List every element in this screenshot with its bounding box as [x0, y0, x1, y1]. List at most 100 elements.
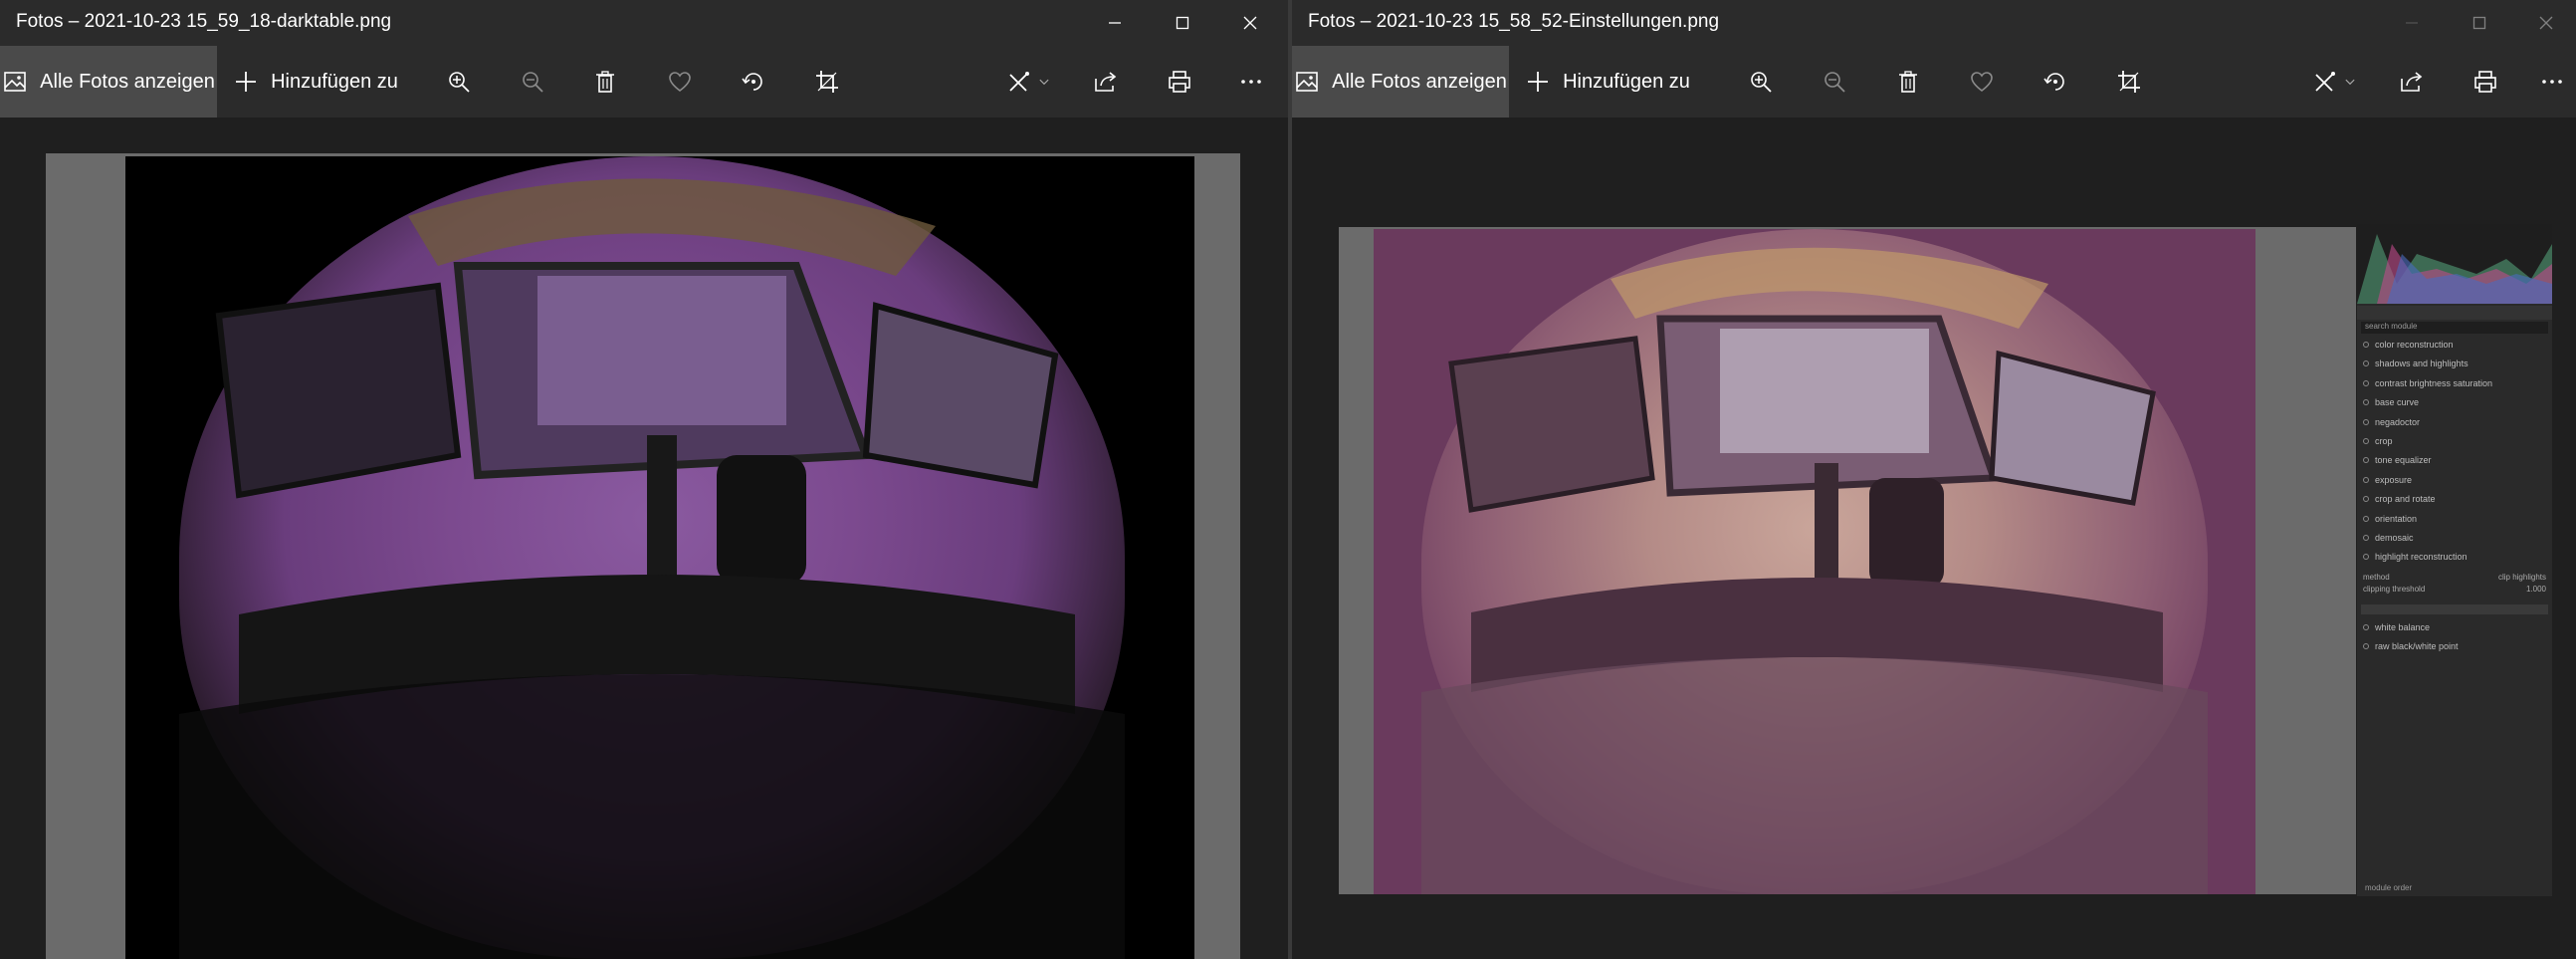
- clipping-threshold-row[interactable]: clipping threshold 1.000: [2363, 585, 2546, 594]
- show-all-photos-button[interactable]: Alle Fotos anzeigen: [0, 46, 217, 118]
- module-label: demosaic: [2375, 533, 2414, 543]
- power-icon[interactable]: [2363, 438, 2369, 444]
- module-group-tabs[interactable]: [2357, 306, 2552, 320]
- zoom-out-button[interactable]: [508, 46, 557, 118]
- heart-icon: [669, 72, 691, 93]
- share-button[interactable]: [1081, 46, 1131, 118]
- share-button[interactable]: [2387, 46, 2437, 118]
- power-icon[interactable]: [2363, 496, 2369, 503]
- edit-tools-icon: [1009, 72, 1029, 92]
- printer-icon: [2474, 71, 2496, 93]
- module-row[interactable]: crop and rotate: [2363, 490, 2546, 508]
- module-row[interactable]: demosaic: [2363, 529, 2546, 547]
- edit-tools-icon: [2315, 72, 2335, 92]
- close-button[interactable]: [1220, 0, 1280, 46]
- module-label: contrast brightness saturation: [2375, 377, 2493, 388]
- favorite-button[interactable]: [1957, 46, 2007, 118]
- desk-scene-illustration: [179, 178, 1125, 959]
- search-module-input[interactable]: search module: [2361, 322, 2548, 334]
- power-icon[interactable]: [2363, 643, 2369, 650]
- delete-button[interactable]: [1883, 46, 1933, 118]
- maximize-icon: [1176, 16, 1189, 30]
- window-title: Fotos – 2021-10-23 15_59_18-darktable.pn…: [16, 11, 392, 32]
- maximize-button[interactable]: [1153, 0, 1212, 46]
- add-to-button[interactable]: Hinzufügen zu: [1523, 46, 1692, 118]
- module-row[interactable]: orientation: [2363, 510, 2546, 528]
- print-button[interactable]: [1155, 46, 1204, 118]
- power-icon[interactable]: [2363, 515, 2369, 522]
- edit-create-button[interactable]: [2301, 46, 2367, 118]
- delete-button[interactable]: [580, 46, 630, 118]
- show-all-photos-label: Alle Fotos anzeigen: [1332, 70, 1507, 93]
- fisheye-photo: [1421, 229, 2208, 894]
- print-button[interactable]: [2461, 46, 2510, 118]
- power-icon[interactable]: [2363, 360, 2369, 367]
- power-icon[interactable]: [2363, 379, 2369, 386]
- minimize-button[interactable]: [2382, 0, 2442, 46]
- module-row[interactable]: raw black/white point: [2363, 637, 2546, 655]
- rotate-button[interactable]: [729, 46, 778, 118]
- zoom-in-button[interactable]: [434, 46, 484, 118]
- method-row[interactable]: method clip highlights: [2363, 573, 2546, 582]
- module-label: base curve: [2375, 397, 2420, 408]
- module-label: crop and rotate: [2375, 494, 2436, 505]
- module-row[interactable]: highlight reconstruction: [2363, 548, 2546, 566]
- module-row[interactable]: shadows and highlights: [2363, 355, 2546, 372]
- image-viewport[interactable]: [0, 118, 1288, 959]
- printer-icon: [1169, 71, 1190, 93]
- histogram-graph: [2357, 234, 2552, 304]
- module-row[interactable]: exposure: [2363, 471, 2546, 489]
- power-icon[interactable]: [2363, 342, 2369, 348]
- search-module-placeholder: search module: [2365, 322, 2418, 331]
- module-row[interactable]: crop: [2363, 432, 2546, 450]
- window-title: Fotos – 2021-10-23 15_58_52-Einstellunge…: [1308, 11, 1720, 32]
- power-icon[interactable]: [2363, 457, 2369, 464]
- module-row[interactable]: negadoctor: [2363, 413, 2546, 431]
- more-options-button[interactable]: [1226, 46, 1276, 118]
- edit-create-button[interactable]: [995, 46, 1061, 118]
- crop-button[interactable]: [802, 46, 852, 118]
- chevron-down-icon: [1039, 79, 1049, 86]
- module-toolbar[interactable]: [2361, 604, 2548, 614]
- histogram: [2357, 224, 2552, 304]
- zoom-out-button[interactable]: [1810, 46, 1859, 118]
- module-label: raw black/white point: [2375, 641, 2459, 652]
- minimize-button[interactable]: [1085, 0, 1145, 46]
- module-row[interactable]: base curve: [2363, 393, 2546, 411]
- power-icon[interactable]: [2363, 554, 2369, 561]
- rotate-button[interactable]: [2031, 46, 2080, 118]
- more-options-button[interactable]: [2530, 46, 2574, 118]
- power-icon[interactable]: [2363, 418, 2369, 425]
- module-row[interactable]: white balance: [2363, 618, 2546, 636]
- maximize-button[interactable]: [2450, 0, 2509, 46]
- module-label: exposure: [2375, 474, 2413, 485]
- crop-button[interactable]: [2104, 46, 2154, 118]
- heart-icon: [1971, 72, 1993, 93]
- image-icon: [1296, 72, 1318, 92]
- clipping-threshold-label: clipping threshold: [2363, 585, 2426, 594]
- power-icon[interactable]: [2363, 624, 2369, 630]
- rotate-icon: [2043, 73, 2064, 91]
- module-row[interactable]: contrast brightness saturation: [2363, 374, 2546, 392]
- power-icon[interactable]: [2363, 476, 2369, 483]
- power-icon[interactable]: [2363, 399, 2369, 406]
- minimize-icon: [1109, 22, 1121, 24]
- zoom-in-icon: [449, 72, 470, 93]
- show-all-photos-button[interactable]: Alle Fotos anzeigen: [1292, 46, 1509, 118]
- share-icon: [1095, 72, 1117, 92]
- minimize-icon: [2406, 22, 2418, 24]
- zoom-in-button[interactable]: [1736, 46, 1786, 118]
- module-row[interactable]: tone equalizer: [2363, 451, 2546, 469]
- image-viewport[interactable]: search module color reconstruction shadow…: [1292, 118, 2576, 959]
- close-button[interactable]: [2516, 0, 2576, 46]
- plus-icon: [236, 72, 257, 92]
- power-icon[interactable]: [2363, 535, 2369, 541]
- close-icon: [2539, 16, 2553, 30]
- zoom-in-icon: [1751, 72, 1772, 93]
- module-order-label: module order: [2365, 883, 2413, 892]
- crop-icon: [816, 71, 838, 93]
- add-to-button[interactable]: Hinzufügen zu: [231, 46, 400, 118]
- favorite-button[interactable]: [655, 46, 705, 118]
- module-row[interactable]: color reconstruction: [2363, 336, 2546, 354]
- toolbar: Alle Fotos anzeigen Hinzufügen zu: [0, 46, 1288, 118]
